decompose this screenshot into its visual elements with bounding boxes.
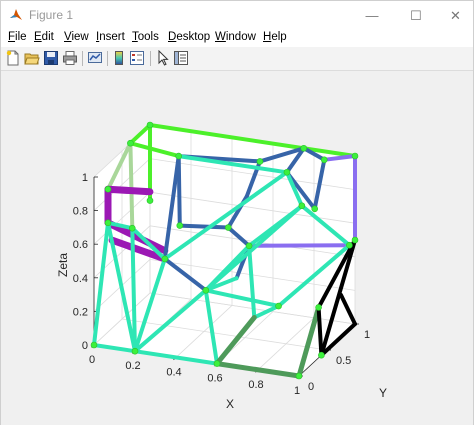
x-tick-label: 0.2 bbox=[125, 360, 140, 372]
menu-help[interactable]: Help bbox=[263, 31, 287, 43]
toolbar-separator bbox=[150, 51, 151, 66]
close-icon: ✕ bbox=[450, 7, 461, 23]
mesh-vertex bbox=[256, 158, 264, 165]
mesh-vertex bbox=[320, 156, 328, 164]
minimize-button[interactable]: — bbox=[350, 1, 394, 30]
mesh-vertex bbox=[213, 360, 221, 367]
mesh-vertex bbox=[283, 168, 291, 176]
y-tick-label: 0 bbox=[308, 381, 314, 393]
x-tick-label: 0 bbox=[89, 354, 95, 366]
mesh-vertex bbox=[300, 144, 308, 152]
menu-file[interactable]: File bbox=[8, 31, 27, 43]
toolbar-separator bbox=[82, 51, 83, 66]
mesh-vertex bbox=[315, 304, 322, 311]
toolbar-separator bbox=[107, 51, 108, 66]
x-axis-label: X bbox=[226, 397, 234, 411]
z-tick-label: 0.8 bbox=[73, 206, 88, 218]
mesh-vertex bbox=[161, 255, 169, 263]
colorbar-icon[interactable] bbox=[111, 50, 127, 66]
mesh-vertex bbox=[318, 351, 325, 359]
mesh-vertex bbox=[245, 242, 253, 250]
mesh-edge-lavender bbox=[247, 243, 352, 248]
edit-plot-icon[interactable] bbox=[155, 50, 171, 66]
menu-view[interactable]: View bbox=[64, 31, 89, 43]
mesh-vertex bbox=[346, 241, 353, 249]
mesh-vertex bbox=[146, 121, 154, 129]
mesh-edge-blue bbox=[177, 223, 231, 230]
z-tick-label: 0.4 bbox=[73, 273, 88, 285]
menu-insert[interactable]: Insert bbox=[96, 31, 125, 43]
z-tick-label: 0.6 bbox=[73, 239, 88, 251]
legend-icon[interactable] bbox=[129, 50, 145, 66]
mesh-vertex bbox=[131, 347, 139, 355]
mesh-vertex bbox=[146, 197, 154, 204]
menu-window[interactable]: Window bbox=[215, 31, 256, 43]
mesh-vertex bbox=[311, 205, 319, 213]
plot-axes[interactable]: X Y Zeta 00.20.40.60.81 00.5100.20.40.60.… bbox=[0, 70, 472, 424]
maximize-button[interactable]: ☐ bbox=[394, 1, 438, 30]
mesh-vertex bbox=[298, 202, 306, 210]
mesh-edge-teal bbox=[130, 226, 137, 354]
mesh-edge-light-green bbox=[128, 141, 135, 231]
mesh-vertex bbox=[275, 302, 282, 310]
x-tick-label: 0.6 bbox=[207, 373, 222, 385]
menu-desktop[interactable]: Desktop bbox=[168, 31, 210, 43]
mesh-edge-black bbox=[316, 305, 324, 358]
y-tick-label: 1 bbox=[364, 329, 370, 341]
mesh-vertex bbox=[351, 152, 359, 160]
mesh-vertex bbox=[104, 219, 112, 227]
menu-tools[interactable]: Tools bbox=[132, 31, 159, 43]
mesh-vertex bbox=[90, 341, 98, 349]
mesh-vertex bbox=[224, 224, 232, 231]
menu-bar: File Edit View Insert Tools Desktop Wind… bbox=[1, 30, 473, 47]
mesh-edge-purple bbox=[104, 185, 154, 196]
mesh-vertex bbox=[351, 236, 359, 244]
print-icon[interactable] bbox=[62, 50, 78, 66]
toolbar bbox=[1, 47, 473, 71]
title-bar: Figure 1 — ☐ ✕ bbox=[1, 1, 473, 30]
maximize-icon: ☐ bbox=[410, 7, 422, 23]
z-axis-label: Zeta bbox=[56, 253, 70, 277]
mesh-vertex bbox=[104, 185, 112, 193]
mesh-vertex bbox=[295, 372, 303, 380]
mesh-vertex bbox=[202, 287, 210, 294]
save-icon[interactable] bbox=[43, 50, 59, 66]
x-tick-label: 0.4 bbox=[166, 366, 181, 378]
mesh-vertex bbox=[176, 222, 184, 229]
mesh-vertex bbox=[127, 139, 134, 147]
matlab-app-icon bbox=[10, 9, 22, 20]
mesh-vertex bbox=[175, 152, 182, 160]
menu-edit[interactable]: Edit bbox=[34, 31, 54, 43]
z-tick-label: 0.2 bbox=[73, 306, 88, 318]
y-tick-label: 0.5 bbox=[336, 355, 351, 367]
z-tick-label: 0 bbox=[82, 340, 88, 352]
minimize-icon: — bbox=[365, 8, 379, 23]
open-file-icon[interactable] bbox=[24, 50, 40, 66]
link-plot-icon[interactable] bbox=[87, 50, 103, 66]
x-tick-label: 0.8 bbox=[248, 379, 263, 391]
mesh-vertex bbox=[128, 224, 136, 232]
property-inspector-icon[interactable] bbox=[173, 50, 189, 66]
new-figure-icon[interactable] bbox=[5, 50, 21, 66]
close-button[interactable]: ✕ bbox=[438, 1, 473, 30]
y-axis-label: Y bbox=[379, 386, 387, 400]
z-tick-label: 1 bbox=[82, 172, 88, 184]
window-title: Figure 1 bbox=[29, 8, 74, 22]
x-tick-label: 1 bbox=[294, 385, 300, 397]
